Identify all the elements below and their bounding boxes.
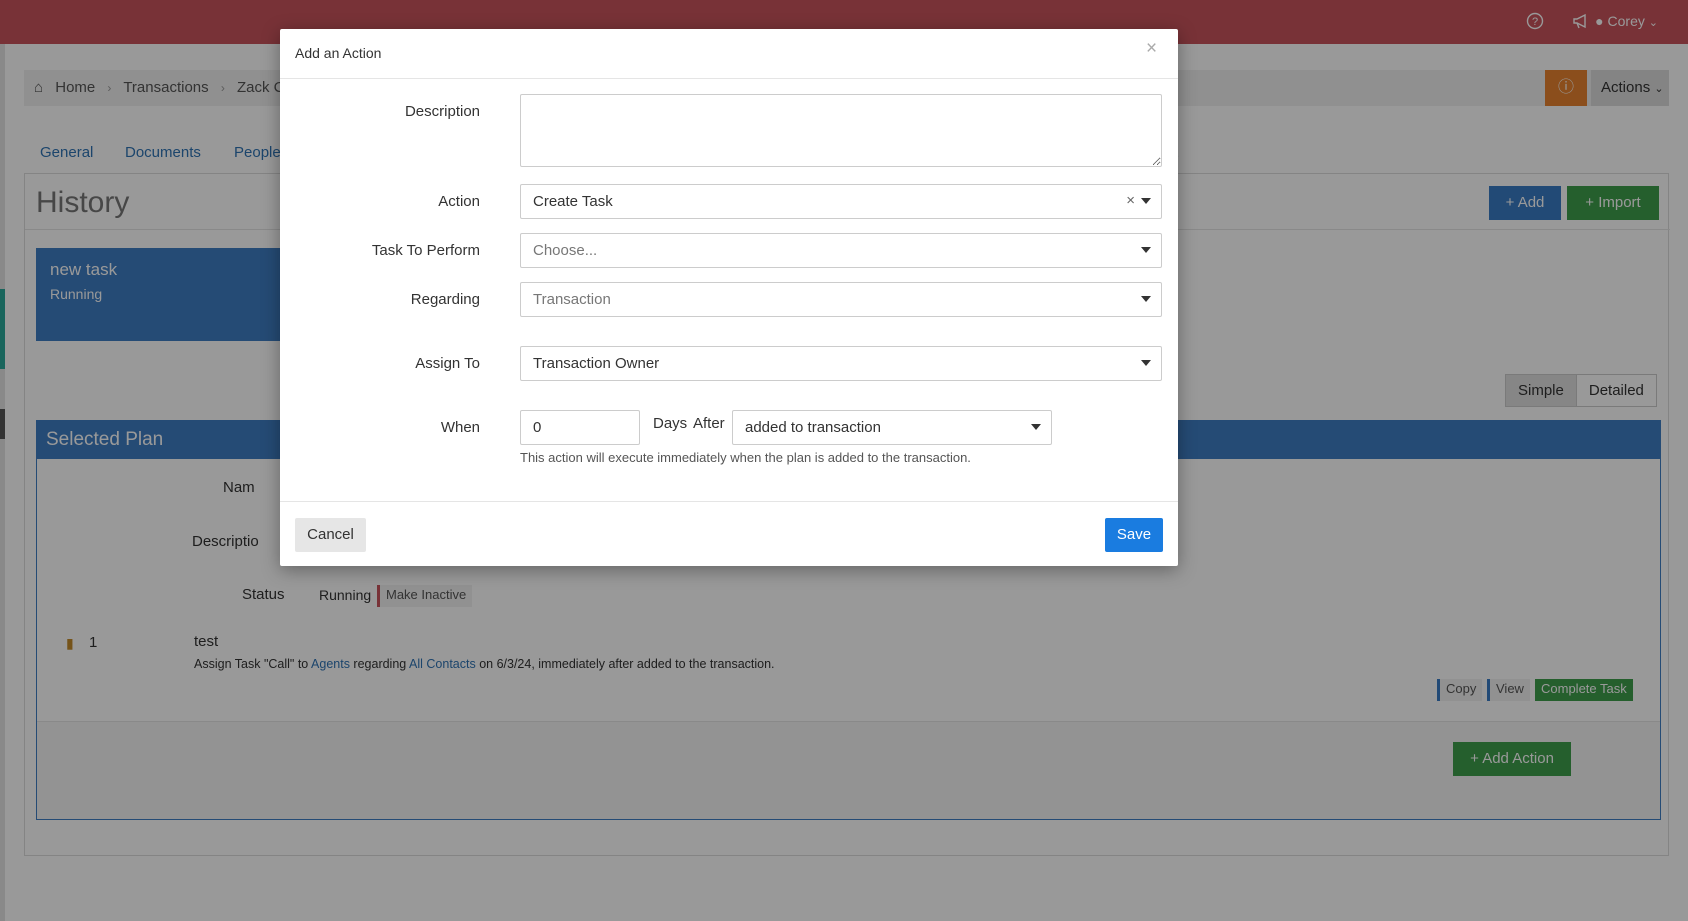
modal-footer: Cancel Save [280,501,1178,566]
assign-select-value: Transaction Owner [533,355,660,372]
caret-down-icon [1141,360,1151,366]
modal-header: Add an Action × [280,29,1178,79]
when-help-text: This action will execute immediately whe… [520,450,971,465]
days-input[interactable] [520,410,640,445]
when-label: When [440,419,480,436]
days-label: Days [653,415,688,432]
caret-down-icon [1031,424,1041,430]
caret-down-icon [1141,296,1151,302]
assign-to-select[interactable]: Transaction Owner [520,346,1162,381]
cancel-button[interactable]: Cancel [295,518,366,552]
task-to-perform-select[interactable]: Choose... [520,233,1162,268]
description-label: Description [404,103,480,120]
clear-icon[interactable]: × [1126,192,1135,209]
regarding-select-value: Transaction [533,291,611,308]
description-field[interactable] [520,94,1162,167]
regarding-select[interactable]: Transaction [520,282,1162,317]
after-select-value: added to transaction [745,419,881,436]
action-select-value: Create Task [533,193,613,210]
caret-down-icon [1141,198,1151,204]
action-label: Action [438,193,480,210]
action-select[interactable]: Create Task × [520,184,1162,219]
add-action-modal: Add an Action × Description Action Creat… [280,29,1178,566]
close-icon[interactable]: × [1146,38,1157,60]
regarding-label: Regarding [410,291,480,308]
task-select-placeholder: Choose... [533,242,598,259]
task-to-perform-label: Task To Perform [371,242,480,259]
modal-title: Add an Action [295,45,382,61]
assign-to-label: Assign To [415,355,480,372]
after-event-select[interactable]: added to transaction [732,410,1052,445]
after-label: After [693,415,725,432]
save-button[interactable]: Save [1105,518,1163,552]
caret-down-icon [1141,247,1151,253]
